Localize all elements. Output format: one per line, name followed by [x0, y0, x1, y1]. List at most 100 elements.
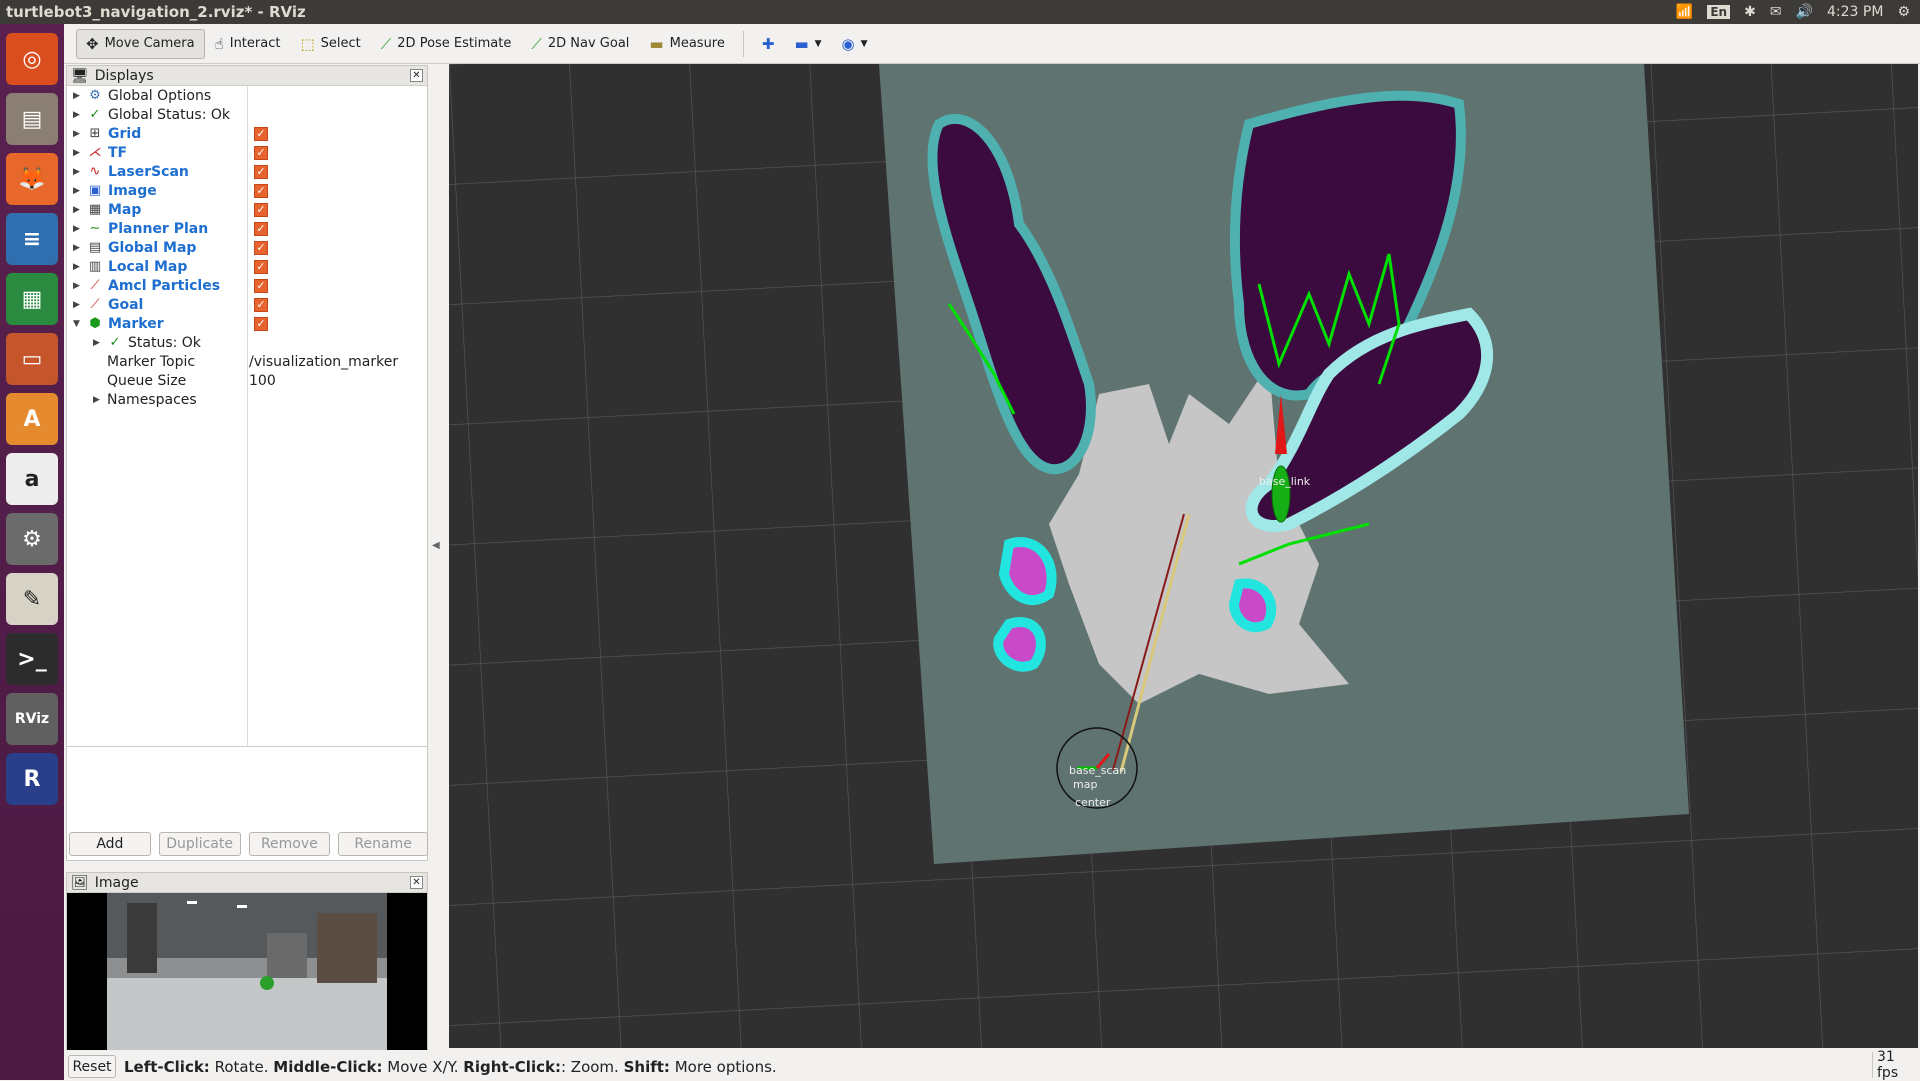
software-center-icon[interactable]: A [6, 393, 58, 445]
goal-icon: ⟋ [90, 297, 100, 312]
measure-button[interactable]: ▬ Measure [639, 29, 734, 59]
display-checkbox[interactable]: ✓ [254, 126, 268, 141]
expand-arrow-icon[interactable]: ▶ [73, 281, 83, 291]
display-item[interactable]: ▶ ⚙ Global Options [67, 86, 427, 105]
toolbar: ✥ Move Camera ☝ Interact ⬚ Select ⟋ 2D Pose … [64, 24, 1920, 64]
display-checkbox[interactable]: ✓ [254, 145, 268, 160]
display-item[interactable]: ▶ ▦ Map ✓ [67, 200, 427, 219]
property-value[interactable]: 100 [249, 373, 276, 389]
expand-arrow-icon[interactable]: ▶ [93, 395, 103, 405]
displays-header: 🖥 Displays ✕ [67, 66, 427, 86]
display-item[interactable]: ▶ ∿ LaserScan ✓ [67, 162, 427, 181]
view-tool-button[interactable]: ◉ ▼ [832, 29, 878, 59]
rviz-icon[interactable]: RViz [6, 693, 58, 745]
display-item[interactable]: ▶ ∼ Planner Plan ✓ [67, 219, 427, 238]
eye-icon: ◉ [841, 34, 855, 53]
firefox-icon[interactable]: 🦊 [6, 153, 58, 205]
marker-property[interactable]: ▶ ✓ Status: Ok [67, 333, 427, 352]
gear-icon[interactable]: ⚙ [1897, 4, 1910, 20]
collapse-panel-handle[interactable]: ◀ [432, 540, 440, 551]
property-value[interactable]: /visualization_marker [249, 354, 398, 370]
display-checkbox[interactable]: ✓ [254, 221, 268, 236]
expand-arrow-icon[interactable]: ▶ [73, 205, 83, 215]
move-camera-button[interactable]: ✥ Move Camera [76, 28, 205, 59]
text-editor-icon[interactable]: ✎ [6, 573, 58, 625]
image-header: 🖼 Image ✕ [67, 873, 427, 893]
marker-property[interactable]: Queue Size 100 [67, 371, 427, 390]
marker-property[interactable]: Marker Topic/visualization_marker [67, 352, 427, 371]
expand-arrow-icon[interactable]: ▶ [73, 91, 83, 101]
expand-arrow-icon[interactable]: ▶ [73, 129, 83, 139]
settings-icon[interactable]: ⚙ [6, 513, 58, 565]
expand-arrow-icon[interactable]: ▶ [73, 110, 83, 120]
display-checkbox[interactable]: ✓ [254, 316, 268, 331]
expand-arrow-icon[interactable]: ▶ [73, 262, 83, 272]
mail-icon[interactable]: ✉ [1770, 4, 1782, 20]
display-checkbox[interactable]: ✓ [254, 202, 268, 217]
move-camera-icon: ✥ [86, 34, 99, 53]
display-checkbox[interactable]: ✓ [254, 259, 268, 274]
3d-viewport[interactable]: base_link base_scan map center [449, 64, 1918, 1048]
impress-icon[interactable]: ▭ [6, 333, 58, 385]
expand-arrow-icon[interactable]: ▼ [73, 319, 83, 329]
expand-arrow-icon[interactable]: ▶ [73, 148, 83, 158]
expand-arrow-icon[interactable]: ▶ [73, 300, 83, 310]
image-panel: 🖼 Image ✕ [66, 872, 428, 1050]
hand-icon: ☝ [214, 34, 224, 53]
display-checkbox[interactable]: ✓ [254, 240, 268, 255]
wifi-icon[interactable]: 📶 [1676, 4, 1693, 20]
display-item[interactable]: ▶ ✓ Global Status: Ok [67, 105, 427, 124]
close-icon[interactable]: ✕ [410, 69, 423, 82]
check-icon: ✓ [89, 107, 101, 122]
display-item[interactable]: ▶ ⟋ Goal ✓ [67, 295, 427, 314]
add-button[interactable]: Add [69, 832, 151, 856]
clock[interactable]: 4:23 PM [1827, 4, 1883, 20]
grid-icon: ⊞ [89, 126, 101, 141]
pose-estimate-button[interactable]: ⟋ 2D Pose Estimate [371, 29, 522, 59]
display-item[interactable]: ▼ ⬢ Marker ✓ [67, 314, 427, 333]
r-icon[interactable]: R [6, 753, 58, 805]
rename-button[interactable]: Rename [338, 832, 428, 856]
display-checkbox[interactable]: ✓ [254, 183, 268, 198]
expand-arrow-icon[interactable]: ▶ [73, 224, 83, 234]
volume-icon[interactable]: 🔊 [1796, 4, 1813, 20]
amazon-icon[interactable]: a [6, 453, 58, 505]
display-item[interactable]: ▶ ▣ Image ✓ [67, 181, 427, 200]
expand-arrow-icon[interactable]: ▶ [73, 186, 83, 196]
display-checkbox[interactable]: ✓ [254, 278, 268, 293]
marker-property[interactable]: ▶ Namespaces [67, 390, 427, 409]
files-icon[interactable]: ▤ [6, 93, 58, 145]
bluetooth-icon[interactable]: ✱ [1744, 4, 1756, 20]
expand-arrow-icon[interactable]: ▶ [73, 243, 83, 253]
expand-arrow-icon[interactable]: ▶ [73, 167, 83, 177]
check-icon: ✓ [109, 335, 121, 350]
toolbar-separator [742, 30, 744, 57]
keyboard-language[interactable]: En [1707, 5, 1731, 19]
ubuntu-dash-icon[interactable]: ◎ [6, 33, 58, 85]
laser-icon: ∿ [89, 164, 101, 179]
tf-icon: ⋌ [88, 145, 102, 160]
add-tool-button[interactable]: ✚ [752, 29, 785, 59]
duplicate-button[interactable]: Duplicate [158, 832, 241, 856]
display-item[interactable]: ▶ ⋌ TF ✓ [67, 143, 427, 162]
expand-arrow-icon[interactable]: ▶ [93, 338, 103, 348]
display-item[interactable]: ▶ ▥ Local Map ✓ [67, 257, 427, 276]
remove-button[interactable]: Remove [248, 832, 331, 856]
nav-goal-button[interactable]: ⟋ 2D Nav Goal [521, 29, 639, 59]
display-checkbox[interactable]: ✓ [254, 297, 268, 312]
display-item[interactable]: ▶ ▤ Global Map ✓ [67, 238, 427, 257]
display-item[interactable]: ▶ ⊞ Grid ✓ [67, 124, 427, 143]
reset-button[interactable]: Reset [68, 1055, 116, 1078]
writer-icon[interactable]: ≡ [6, 213, 58, 265]
close-icon[interactable]: ✕ [410, 876, 423, 889]
display-item[interactable]: ▶ ⟋ Amcl Particles ✓ [67, 276, 427, 295]
display-label: Image [108, 182, 157, 199]
select-button[interactable]: ⬚ Select [290, 29, 370, 59]
system-tray: 📶 En ✱ ✉ 🔊 4:23 PM ⚙ [1676, 4, 1920, 20]
interact-button[interactable]: ☝ Interact [205, 29, 291, 59]
goal-arrow-icon: ⟋ [531, 34, 542, 53]
remove-tool-button[interactable]: ▬ ▼ [784, 29, 831, 59]
display-checkbox[interactable]: ✓ [254, 164, 268, 179]
terminal-icon[interactable]: >_ [6, 633, 58, 685]
calc-icon[interactable]: ▦ [6, 273, 58, 325]
